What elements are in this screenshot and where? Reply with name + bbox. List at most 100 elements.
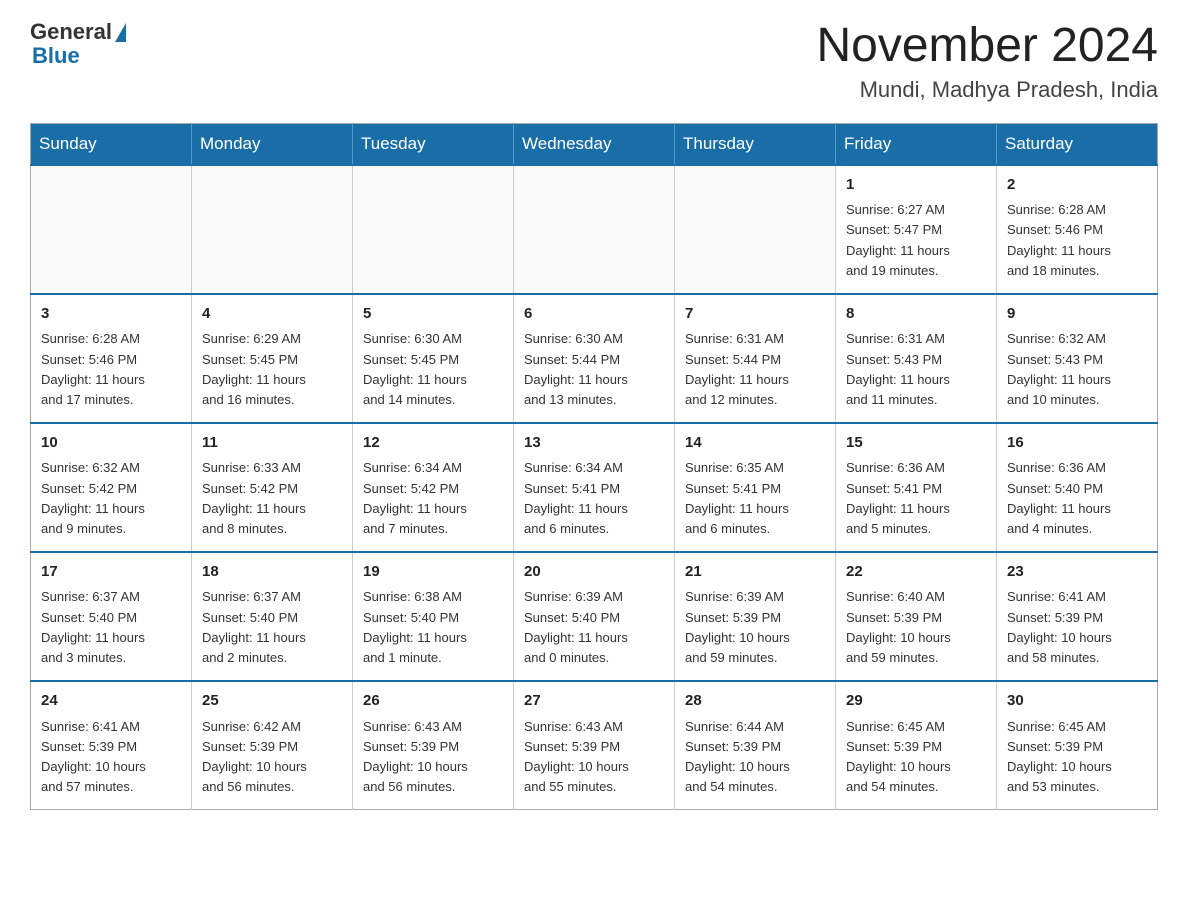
day-info: Sunrise: 6:33 AM Sunset: 5:42 PM Dayligh… — [202, 458, 342, 539]
week-row-3: 10Sunrise: 6:32 AM Sunset: 5:42 PM Dayli… — [31, 423, 1158, 552]
logo: General Blue — [30, 20, 126, 68]
calendar-cell — [353, 165, 514, 294]
day-number: 7 — [685, 303, 825, 326]
calendar-cell: 9 Sunrise: 6:32 AM Sunset: 5:43 PM Daylig… — [997, 294, 1158, 423]
calendar-cell: 24Sunrise: 6:41 AM Sunset: 5:39 PM Dayli… — [31, 681, 192, 810]
day-info: Sunrise: 6:45 AM Sunset: 5:39 PM Dayligh… — [846, 717, 986, 798]
day-info: Sunrise: 6:39 AM Sunset: 5:39 PM Dayligh… — [685, 587, 825, 668]
calendar-body: 1 Sunrise: 6:27 AM Sunset: 5:47 PM Daylig… — [31, 165, 1158, 810]
day-info: Sunrise: 6:32 AM Sunset: 5:42 PM Dayligh… — [41, 458, 181, 539]
title-block: November 2024 Mundi, Madhya Pradesh, Ind… — [816, 20, 1158, 103]
calendar-cell: 28Sunrise: 6:44 AM Sunset: 5:39 PM Dayli… — [675, 681, 836, 810]
day-number: 1 — [846, 174, 986, 197]
day-info: Sunrise: 6:35 AM Sunset: 5:41 PM Dayligh… — [685, 458, 825, 539]
day-header-thursday: Thursday — [675, 123, 836, 165]
week-row-5: 24Sunrise: 6:41 AM Sunset: 5:39 PM Dayli… — [31, 681, 1158, 810]
day-info: Sunrise: 6:37 AM Sunset: 5:40 PM Dayligh… — [41, 587, 181, 668]
day-number: 19 — [363, 561, 503, 584]
day-number: 26 — [363, 690, 503, 713]
day-info: Sunrise: 6:31 AM Sunset: 5:44 PM Dayligh… — [685, 329, 825, 410]
calendar-cell: 7 Sunrise: 6:31 AM Sunset: 5:44 PM Daylig… — [675, 294, 836, 423]
day-info: Sunrise: 6:37 AM Sunset: 5:40 PM Dayligh… — [202, 587, 342, 668]
calendar-header: SundayMondayTuesdayWednesdayThursdayFrid… — [31, 123, 1158, 165]
day-header-wednesday: Wednesday — [514, 123, 675, 165]
logo-blue-text: Blue — [30, 44, 126, 68]
day-info: Sunrise: 6:38 AM Sunset: 5:40 PM Dayligh… — [363, 587, 503, 668]
day-info: Sunrise: 6:43 AM Sunset: 5:39 PM Dayligh… — [363, 717, 503, 798]
day-number: 11 — [202, 432, 342, 455]
calendar-cell: 13 Sunrise: 6:34 AM Sunset: 5:41 PM Dayli… — [514, 423, 675, 552]
week-row-1: 1 Sunrise: 6:27 AM Sunset: 5:47 PM Daylig… — [31, 165, 1158, 294]
calendar-cell — [514, 165, 675, 294]
day-number: 8 — [846, 303, 986, 326]
calendar-cell: 8Sunrise: 6:31 AM Sunset: 5:43 PM Daylig… — [836, 294, 997, 423]
day-header-sunday: Sunday — [31, 123, 192, 165]
calendar-subtitle: Mundi, Madhya Pradesh, India — [816, 77, 1158, 103]
day-info: Sunrise: 6:27 AM Sunset: 5:47 PM Dayligh… — [846, 200, 986, 281]
day-number: 12 — [363, 432, 503, 455]
calendar-cell: 4 Sunrise: 6:29 AM Sunset: 5:45 PM Daylig… — [192, 294, 353, 423]
calendar-cell: 30Sunrise: 6:45 AM Sunset: 5:39 PM Dayli… — [997, 681, 1158, 810]
day-info: Sunrise: 6:41 AM Sunset: 5:39 PM Dayligh… — [41, 717, 181, 798]
day-info: Sunrise: 6:36 AM Sunset: 5:40 PM Dayligh… — [1007, 458, 1147, 539]
calendar-cell: 10Sunrise: 6:32 AM Sunset: 5:42 PM Dayli… — [31, 423, 192, 552]
day-number: 16 — [1007, 432, 1147, 455]
day-info: Sunrise: 6:34 AM Sunset: 5:41 PM Dayligh… — [524, 458, 664, 539]
calendar-cell — [675, 165, 836, 294]
day-number: 23 — [1007, 561, 1147, 584]
calendar-cell — [31, 165, 192, 294]
calendar-cell: 20 Sunrise: 6:39 AM Sunset: 5:40 PM Dayli… — [514, 552, 675, 681]
day-info: Sunrise: 6:28 AM Sunset: 5:46 PM Dayligh… — [41, 329, 181, 410]
day-info: Sunrise: 6:29 AM Sunset: 5:45 PM Dayligh… — [202, 329, 342, 410]
week-row-2: 3 Sunrise: 6:28 AM Sunset: 5:46 PM Daylig… — [31, 294, 1158, 423]
calendar-table: SundayMondayTuesdayWednesdayThursdayFrid… — [30, 123, 1158, 810]
day-info: Sunrise: 6:42 AM Sunset: 5:39 PM Dayligh… — [202, 717, 342, 798]
day-number: 5 — [363, 303, 503, 326]
calendar-cell: 18Sunrise: 6:37 AM Sunset: 5:40 PM Dayli… — [192, 552, 353, 681]
calendar-cell: 29 Sunrise: 6:45 AM Sunset: 5:39 PM Dayli… — [836, 681, 997, 810]
day-number: 4 — [202, 303, 342, 326]
day-info: Sunrise: 6:30 AM Sunset: 5:45 PM Dayligh… — [363, 329, 503, 410]
calendar-cell: 21 Sunrise: 6:39 AM Sunset: 5:39 PM Dayli… — [675, 552, 836, 681]
calendar-cell: 5 Sunrise: 6:30 AM Sunset: 5:45 PM Daylig… — [353, 294, 514, 423]
day-number: 15 — [846, 432, 986, 455]
day-number: 29 — [846, 690, 986, 713]
logo-general-text: General — [30, 20, 112, 44]
calendar-cell — [192, 165, 353, 294]
day-number: 25 — [202, 690, 342, 713]
day-number: 20 — [524, 561, 664, 584]
day-info: Sunrise: 6:28 AM Sunset: 5:46 PM Dayligh… — [1007, 200, 1147, 281]
day-number: 22 — [846, 561, 986, 584]
day-header-monday: Monday — [192, 123, 353, 165]
calendar-cell: 1 Sunrise: 6:27 AM Sunset: 5:47 PM Daylig… — [836, 165, 997, 294]
calendar-cell: 27Sunrise: 6:43 AM Sunset: 5:39 PM Dayli… — [514, 681, 675, 810]
day-info: Sunrise: 6:43 AM Sunset: 5:39 PM Dayligh… — [524, 717, 664, 798]
calendar-cell: 17Sunrise: 6:37 AM Sunset: 5:40 PM Dayli… — [31, 552, 192, 681]
day-number: 21 — [685, 561, 825, 584]
page-header: General Blue November 2024 Mundi, Madhya… — [30, 20, 1158, 103]
day-info: Sunrise: 6:45 AM Sunset: 5:39 PM Dayligh… — [1007, 717, 1147, 798]
calendar-cell: 19 Sunrise: 6:38 AM Sunset: 5:40 PM Dayli… — [353, 552, 514, 681]
day-info: Sunrise: 6:34 AM Sunset: 5:42 PM Dayligh… — [363, 458, 503, 539]
calendar-cell: 26 Sunrise: 6:43 AM Sunset: 5:39 PM Dayli… — [353, 681, 514, 810]
day-info: Sunrise: 6:30 AM Sunset: 5:44 PM Dayligh… — [524, 329, 664, 410]
day-info: Sunrise: 6:36 AM Sunset: 5:41 PM Dayligh… — [846, 458, 986, 539]
day-header-friday: Friday — [836, 123, 997, 165]
day-info: Sunrise: 6:32 AM Sunset: 5:43 PM Dayligh… — [1007, 329, 1147, 410]
calendar-cell: 15 Sunrise: 6:36 AM Sunset: 5:41 PM Dayli… — [836, 423, 997, 552]
day-number: 3 — [41, 303, 181, 326]
calendar-title: November 2024 — [816, 20, 1158, 73]
day-info: Sunrise: 6:40 AM Sunset: 5:39 PM Dayligh… — [846, 587, 986, 668]
calendar-cell: 12 Sunrise: 6:34 AM Sunset: 5:42 PM Dayli… — [353, 423, 514, 552]
calendar-cell: 16 Sunrise: 6:36 AM Sunset: 5:40 PM Dayli… — [997, 423, 1158, 552]
calendar-cell: 3 Sunrise: 6:28 AM Sunset: 5:46 PM Daylig… — [31, 294, 192, 423]
day-number: 14 — [685, 432, 825, 455]
week-row-4: 17Sunrise: 6:37 AM Sunset: 5:40 PM Dayli… — [31, 552, 1158, 681]
calendar-cell: 23Sunrise: 6:41 AM Sunset: 5:39 PM Dayli… — [997, 552, 1158, 681]
day-info: Sunrise: 6:44 AM Sunset: 5:39 PM Dayligh… — [685, 717, 825, 798]
day-number: 9 — [1007, 303, 1147, 326]
day-number: 13 — [524, 432, 664, 455]
day-header-saturday: Saturday — [997, 123, 1158, 165]
day-number: 2 — [1007, 174, 1147, 197]
day-info: Sunrise: 6:39 AM Sunset: 5:40 PM Dayligh… — [524, 587, 664, 668]
